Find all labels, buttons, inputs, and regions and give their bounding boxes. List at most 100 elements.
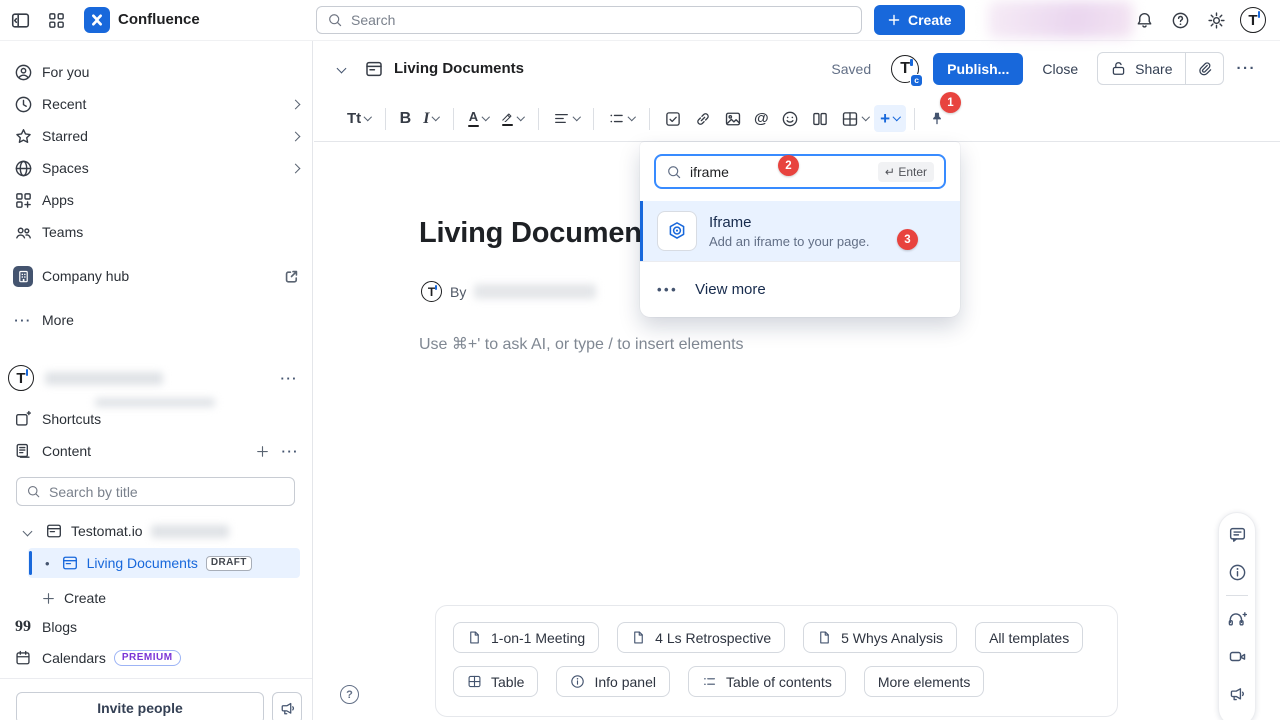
collaborator-avatar[interactable]: T c	[891, 55, 919, 83]
text-styles-button[interactable]: Tt	[341, 105, 377, 132]
all-templates-button[interactable]: All templates	[975, 622, 1083, 653]
layouts-button[interactable]	[805, 105, 835, 133]
space-more-icon[interactable]: ···	[281, 371, 299, 386]
premium-badge: PREMIUM	[114, 650, 181, 666]
alignment-button[interactable]	[547, 105, 586, 132]
iframe-macro-icon	[657, 211, 697, 251]
insert-table-button[interactable]: Table	[453, 666, 538, 697]
collaborator-badge: c	[910, 74, 923, 87]
template-4ls-retrospective[interactable]: 4 Ls Retrospective	[617, 622, 785, 653]
more-elements-button[interactable]: More elements	[864, 666, 985, 697]
rail-divider	[1226, 595, 1248, 596]
text-color-button[interactable]: A	[462, 105, 495, 133]
chevron-right-icon	[291, 131, 301, 141]
sidebar-item-company-hub[interactable]: Company hub	[4, 260, 308, 292]
byline: T By	[421, 281, 596, 302]
help-icon[interactable]	[1170, 10, 1191, 31]
sidebar-item-more[interactable]: ··· More	[4, 304, 308, 336]
person-circle-icon	[13, 63, 33, 82]
info-icon	[570, 674, 585, 689]
globe-icon	[13, 159, 33, 178]
insert-info-panel-button[interactable]: Info panel	[556, 666, 670, 697]
global-search-input[interactable]	[351, 12, 851, 28]
copy-link-button[interactable]	[1186, 53, 1223, 84]
share-button[interactable]: Share	[1098, 53, 1184, 84]
sidebar-item-calendars[interactable]: Calendars PREMIUM	[4, 642, 308, 674]
publish-button[interactable]: Publish...	[933, 53, 1023, 85]
sidebar-item-teams[interactable]: Teams	[4, 216, 308, 248]
sidebar-section-shortcuts[interactable]: Shortcuts	[4, 403, 308, 435]
insert-toc-button[interactable]: Table of contents	[688, 666, 846, 697]
file-icon	[631, 630, 646, 645]
help-question-icon[interactable]: ?	[340, 685, 359, 704]
editor-toolbar: Tt B I A @ +	[314, 96, 1280, 142]
sidebar-item-spaces[interactable]: Spaces	[4, 152, 308, 184]
editor-placeholder[interactable]: Use ⌘+' to ask AI, or type / to insert e…	[419, 334, 744, 354]
sidebar-item-for-you[interactable]: For you	[4, 56, 308, 88]
sidebar-item-apps[interactable]: Apps	[4, 184, 308, 216]
search-icon	[327, 12, 343, 28]
content-search[interactable]	[16, 477, 295, 506]
add-content-icon[interactable]	[255, 444, 270, 459]
tree-item-living-documents-selected[interactable]: • Living Documents DRAFT	[28, 548, 300, 578]
template-5-whys-analysis[interactable]: 5 Whys Analysis	[803, 622, 957, 653]
invite-people-button[interactable]: Invite people	[16, 692, 264, 720]
details-info-icon[interactable]	[1228, 563, 1247, 582]
template-suggestions-panel: 1-on-1 Meeting 4 Ls Retrospective 5 Whys…	[435, 605, 1118, 717]
enter-keycap: ↵ Enter	[878, 162, 934, 182]
settings-gear-icon[interactable]	[1206, 10, 1227, 31]
image-button[interactable]	[718, 105, 748, 133]
megaphone-icon[interactable]	[1228, 685, 1246, 703]
app-switcher-icon[interactable]	[46, 10, 67, 31]
headset-add-icon[interactable]	[1227, 609, 1247, 628]
building-icon	[13, 266, 33, 287]
template-1on1-meeting[interactable]: 1-on-1 Meeting	[453, 622, 599, 653]
user-avatar[interactable]: T	[1240, 7, 1266, 33]
feedback-megaphone-button[interactable]	[272, 692, 302, 720]
video-camera-icon[interactable]	[1228, 647, 1247, 666]
content-search-input[interactable]	[49, 484, 285, 500]
sidebar-item-blogs[interactable]: 99 Blogs	[4, 611, 308, 643]
content-more-icon[interactable]: ···	[282, 444, 300, 459]
link-button[interactable]	[688, 105, 718, 133]
sidebar-item-starred[interactable]: Starred	[4, 120, 308, 152]
highlight-color-button[interactable]	[494, 106, 530, 132]
close-button[interactable]: Close	[1042, 61, 1078, 77]
page-icon	[45, 522, 63, 540]
insert-elements-button[interactable]: +	[874, 105, 905, 132]
tree-create-button[interactable]: Create	[32, 582, 308, 614]
italic-button[interactable]: I	[417, 105, 445, 133]
collapse-sidebar-icon[interactable]	[10, 10, 31, 31]
right-tools-rail	[1218, 512, 1256, 720]
confluence-logo-icon[interactable]	[84, 7, 110, 33]
star-icon	[13, 127, 33, 146]
lists-button[interactable]	[602, 105, 641, 132]
chevron-right-icon	[291, 99, 301, 109]
emoji-button[interactable]	[775, 105, 805, 133]
view-more-item[interactable]: ••• View more	[640, 262, 960, 317]
comments-icon[interactable]	[1228, 525, 1247, 544]
external-link-icon	[284, 269, 299, 284]
redacted-space-name	[45, 372, 163, 385]
annotation-step-2: 2	[778, 155, 799, 176]
mention-button[interactable]: @	[748, 105, 775, 132]
content-doc-icon	[13, 442, 33, 460]
create-button[interactable]: Create	[874, 5, 965, 35]
bold-button[interactable]: B	[394, 105, 418, 133]
confluence-app: Confluence Create T For you Recent	[0, 0, 1280, 720]
space-header[interactable]: T ···	[8, 363, 304, 393]
sidebar-section-content[interactable]: Content ···	[4, 435, 308, 467]
file-icon	[817, 630, 832, 645]
sidebar-item-recent[interactable]: Recent	[4, 88, 308, 120]
document-title[interactable]: Living Documents	[419, 217, 667, 250]
tree-item-space-root[interactable]: Testomat.io	[24, 517, 229, 545]
chevron-down-icon	[23, 526, 33, 536]
calendar-icon	[13, 649, 33, 667]
insert-search[interactable]: ↵ Enter	[654, 154, 946, 189]
page-more-actions[interactable]: ···	[1237, 60, 1257, 77]
table-button[interactable]	[835, 105, 875, 133]
task-checkbox-button[interactable]	[658, 105, 688, 133]
notifications-bell-icon[interactable]	[1134, 10, 1155, 31]
breadcrumb-chevron-icon[interactable]	[337, 64, 347, 74]
global-search[interactable]	[316, 6, 862, 34]
